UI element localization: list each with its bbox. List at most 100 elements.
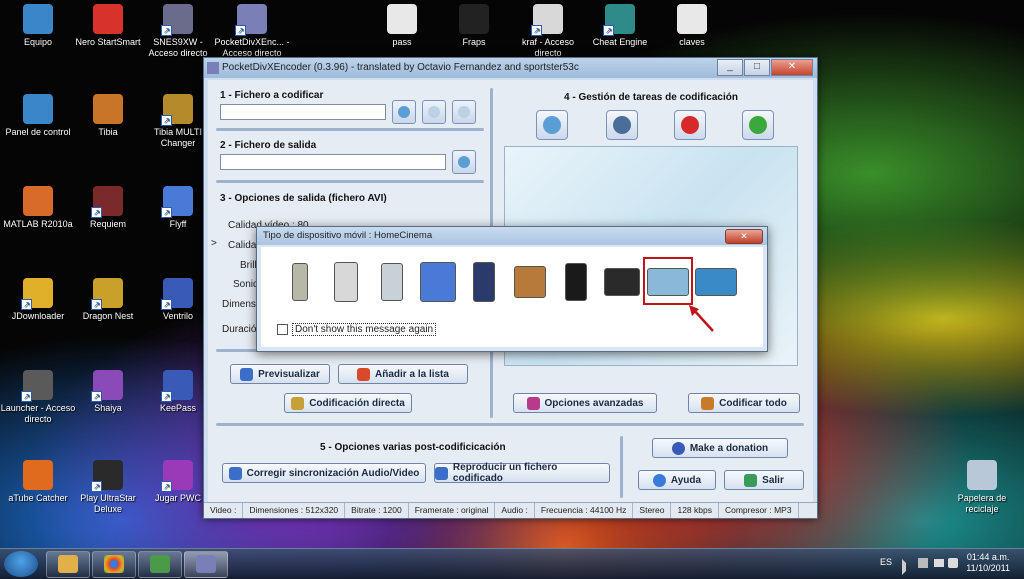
shortcut-arrow-icon: ↗ (21, 391, 32, 402)
network-icon[interactable] (934, 559, 944, 567)
desktop-icon-label: Tibia (98, 127, 118, 137)
dialog-close-button[interactable]: ✕ (725, 229, 763, 244)
desktop-icon[interactable]: claves (654, 4, 730, 48)
dont-show-checkbox[interactable]: Don't show this message again (277, 323, 437, 336)
desktop-icon[interactable]: Nero StartSmart (70, 4, 146, 48)
shortcut-arrow-icon: ↗ (531, 25, 542, 36)
desktop-icon[interactable]: aTube Catcher (0, 460, 76, 504)
start-button[interactable] (4, 551, 38, 577)
desktop-icon[interactable]: pass (364, 4, 440, 48)
help-icon (652, 473, 666, 487)
section-post-options: 5 - Opciones varias post-codificicación (320, 442, 506, 453)
encode-icon (701, 396, 715, 410)
desktop-icon-label: pass (392, 37, 412, 47)
taskbar-messenger[interactable] (138, 551, 182, 578)
window-titlebar[interactable]: PocketDivXEncoder (0.3.96) - translated … (204, 58, 817, 78)
pda-2-icon (381, 263, 403, 301)
task-mouse-button[interactable] (536, 110, 568, 140)
dialog-title: Tipo de dispositivo móvil : HomeCinema (263, 230, 433, 241)
input-clock-button[interactable] (452, 100, 476, 124)
app-icon: ↗ (91, 278, 123, 310)
app-icon: ↗ (531, 4, 563, 36)
taskbar-explorer[interactable] (46, 551, 90, 578)
volume-icon[interactable] (948, 558, 958, 568)
dialog-titlebar[interactable]: Tipo de dispositivo móvil : HomeCinema ✕ (257, 227, 767, 245)
fix-sync-button[interactable]: Corregir sincronización Audio/Video (222, 463, 426, 483)
separator (216, 180, 484, 183)
language-indicator[interactable]: ES (880, 557, 892, 567)
advanced-options-button[interactable]: Opciones avanzadas (513, 393, 657, 413)
desktop-icon[interactable]: ↗ Requiem (70, 186, 146, 230)
device-option-media-player[interactable] (511, 259, 549, 303)
play-encoded-button[interactable]: Reproducir un fichero codificado (434, 462, 610, 484)
device-option-phone[interactable] (281, 259, 319, 303)
task-refresh-button[interactable] (742, 110, 774, 140)
taskbar-pocketdivx[interactable] (184, 551, 228, 578)
add-to-list-button[interactable]: Añadir a la lista (338, 364, 468, 384)
sync-icon (228, 466, 242, 480)
desktop-icon[interactable]: ↗ kraf - Acceso directo (510, 4, 586, 59)
app-icon: ↗ (91, 460, 123, 492)
device-option-psp[interactable] (603, 259, 641, 303)
app-icon (207, 62, 219, 74)
desktop-icon[interactable]: MATLAB R2010a (0, 186, 76, 230)
app-icon (23, 460, 53, 490)
desktop-icon-label: Papelera de reciclaje (957, 493, 1007, 514)
device-option-smartphone[interactable] (465, 259, 503, 303)
desktop-icon-label: aTube Catcher (8, 493, 68, 503)
section-output-options: 3 - Opciones de salida (fichero AVI) (220, 193, 387, 204)
phone-icon (292, 263, 308, 301)
direct-encoding-button[interactable]: Codificación directa (284, 393, 412, 413)
taskbar-chrome[interactable] (92, 551, 136, 578)
browse-input-button[interactable] (392, 100, 416, 124)
device-option-mp4-player[interactable] (557, 259, 595, 303)
output-file-field[interactable] (220, 154, 446, 170)
desktop-icon[interactable]: Panel de control (0, 94, 76, 138)
desktop-icon[interactable]: Equipo (0, 4, 76, 48)
desktop-icon[interactable]: Fraps (436, 4, 512, 48)
desktop-icon[interactable]: ↗ Dragon Nest (70, 278, 146, 322)
home-icon (744, 473, 758, 487)
shortcut-arrow-icon: ↗ (91, 207, 102, 218)
checkbox-box[interactable] (277, 324, 288, 335)
minimize-button[interactable]: _ (717, 59, 743, 76)
pda-icon (334, 262, 358, 302)
desktop-icon[interactable]: ↗ Cheat Engine (582, 4, 658, 48)
input-file-field[interactable] (220, 104, 386, 120)
preview-button[interactable]: Previsualizar (230, 364, 330, 384)
task-delete-button[interactable] (674, 110, 706, 140)
device-option-pda[interactable] (327, 259, 365, 303)
desktop-icon-label: claves (679, 37, 705, 47)
device-option-desktop-pc[interactable] (419, 259, 457, 303)
maximize-button[interactable]: □ (744, 59, 770, 76)
exit-button[interactable]: Salir (724, 470, 804, 490)
desktop-icon[interactable]: ↗ Launcher - Acceso directo (0, 370, 76, 425)
tray-expand-icon[interactable] (902, 559, 914, 575)
shortcut-arrow-icon: ↗ (161, 115, 172, 126)
desktop-icon[interactable]: Papelera de reciclaje (944, 460, 1020, 515)
donation-button[interactable]: Make a donation (652, 438, 788, 458)
device-option-pda-2[interactable] (373, 259, 411, 303)
close-button[interactable]: ✕ (771, 59, 813, 76)
browse-output-button[interactable] (452, 150, 476, 174)
shortcut-arrow-icon: ↗ (91, 481, 102, 492)
device-option-widescreen-tv[interactable] (695, 259, 737, 303)
device-option-homecinema-tv[interactable] (643, 257, 693, 305)
flag-icon[interactable] (918, 558, 928, 568)
desktop-icon[interactable]: ↗ Play UltraStar Deluxe (70, 460, 146, 515)
desktop-icon[interactable]: ↗ Shaiya (70, 370, 146, 414)
desktop-icon-label: Launcher - Acceso directo (0, 403, 76, 424)
desktop-icon[interactable]: ↗ JDownloader (0, 278, 76, 322)
encode-all-button[interactable]: Codificar todo (688, 393, 800, 413)
app-icon (93, 94, 123, 124)
app-icon: ↗ (161, 4, 193, 36)
task-save-button[interactable] (606, 110, 638, 140)
folder-icon (398, 106, 410, 118)
help-button[interactable]: Ayuda (638, 470, 716, 490)
desktop-icon[interactable]: ↗ PocketDivXEnc... - Acceso directo (214, 4, 290, 59)
desktop-icon[interactable]: Tibia (70, 94, 146, 138)
taskbar: ES 01:44 a.m. 11/10/2011 (0, 548, 1024, 579)
input-info-button[interactable] (422, 100, 446, 124)
clock[interactable]: 01:44 a.m. 11/10/2011 (966, 552, 1010, 574)
desktop-icon[interactable]: ↗ SNES9XW - Acceso directo (140, 4, 216, 59)
